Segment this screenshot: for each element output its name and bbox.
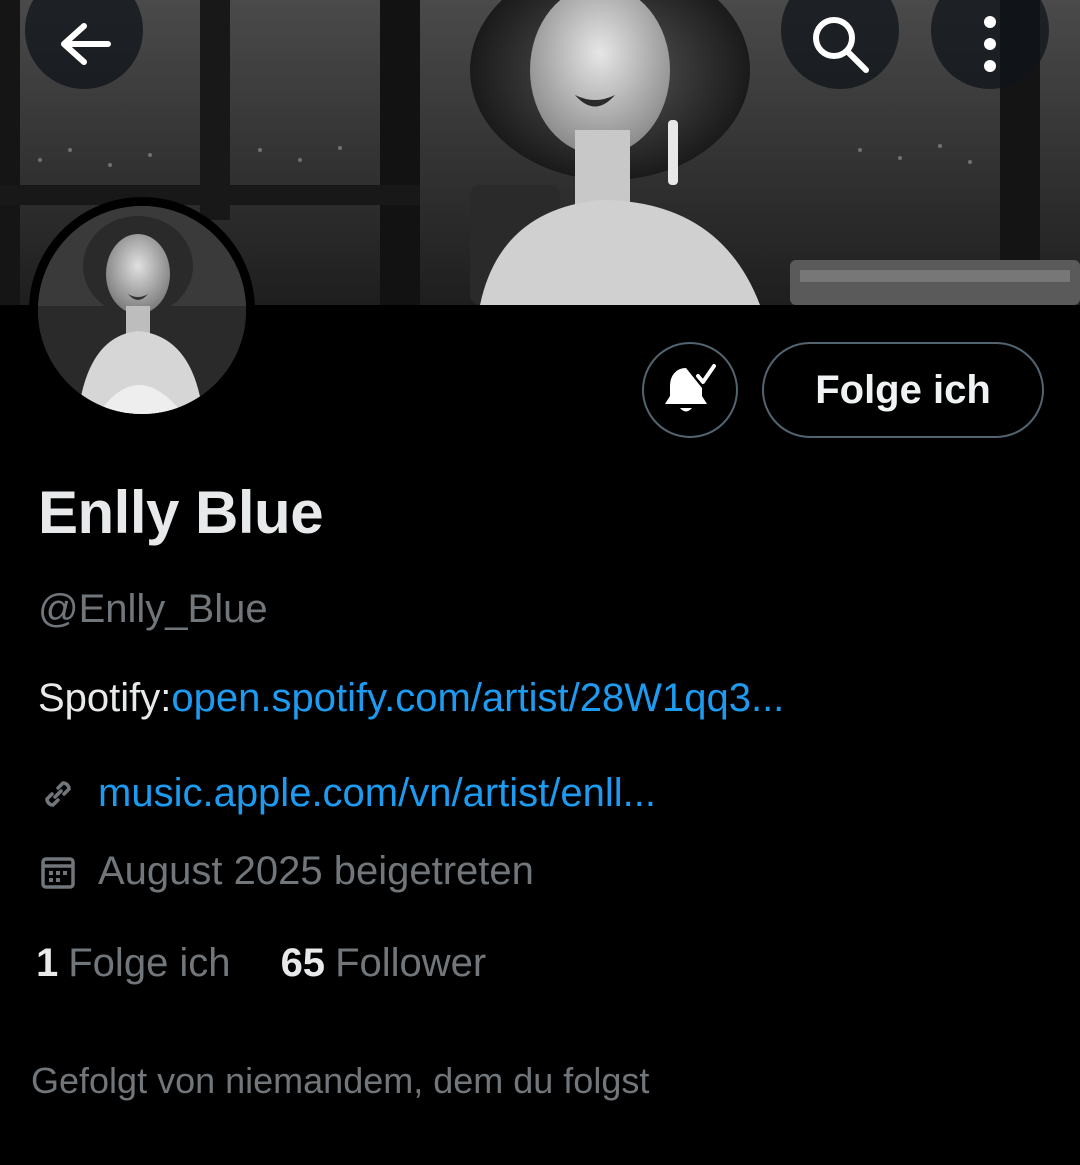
following-count: 1	[36, 941, 59, 985]
followers-stat[interactable]: 65 Follower	[281, 941, 487, 986]
followers-count: 65	[280, 941, 326, 985]
avatar[interactable]	[29, 197, 255, 423]
bio-text: Spotify:	[38, 676, 172, 720]
more-vertical-icon	[984, 16, 996, 72]
arrow-left-icon	[61, 23, 111, 65]
link-icon	[38, 774, 78, 814]
joined-date: August 2025 beigetreten	[98, 849, 534, 893]
website-row: music.apple.com/vn/artist/enll...	[38, 771, 656, 816]
following-stat[interactable]: 1 Folge ich	[36, 941, 231, 986]
followed-by-text: Gefolgt von niemandem, dem du folgst	[31, 1060, 650, 1101]
bell-check-icon	[665, 364, 716, 412]
user-handle: @Enlly_Blue	[38, 587, 268, 631]
followers-label: Follower	[335, 941, 487, 985]
notifications-button[interactable]	[642, 342, 738, 438]
search-icon	[813, 17, 869, 73]
avatar-image	[38, 206, 246, 414]
bio-link[interactable]: open.spotify.com/artist/28W1qq3...	[171, 676, 784, 720]
website-link[interactable]: music.apple.com/vn/artist/enll...	[98, 771, 656, 816]
calendar-icon	[38, 852, 78, 892]
following-label: Folge ich	[68, 941, 231, 985]
following-button[interactable]: Folge ich	[762, 342, 1044, 438]
display-name: Enlly Blue	[38, 479, 324, 546]
bio: Spotify:open.spotify.com/artist/28W1qq3.…	[38, 676, 784, 721]
follow-stats: 1 Folge ich 65 Follower	[36, 941, 536, 986]
joined-row: August 2025 beigetreten	[38, 849, 534, 894]
